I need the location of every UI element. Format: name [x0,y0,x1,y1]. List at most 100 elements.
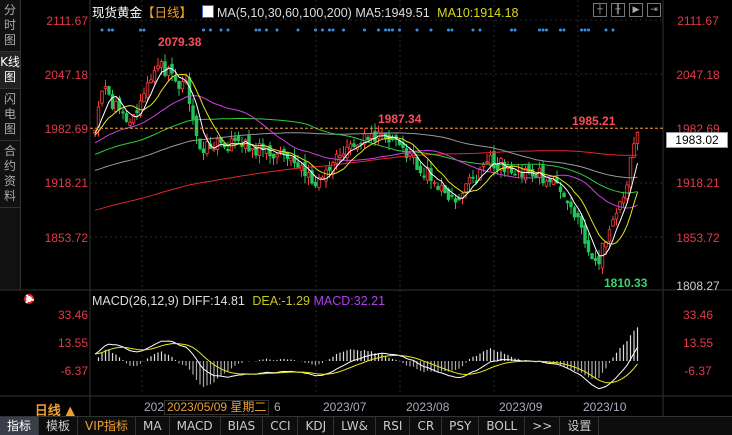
signal-dot [562,28,566,32]
candle-body [579,215,584,228]
candle-body [334,153,339,164]
candle-body [583,224,587,244]
signal-dot [583,28,587,32]
candle-body [572,207,577,218]
indicator-tab[interactable]: MACD [170,417,221,435]
crosshair-icon[interactable]: ┼ [593,3,607,17]
indicator-tab[interactable]: KDJ [298,417,335,435]
date-label: 2023/09 [499,400,543,414]
candle-body [100,90,104,104]
signal-dot [100,28,104,32]
candle-body [551,179,556,185]
indicator-tab[interactable]: 指标 [0,417,40,435]
candle-body [432,182,437,184]
candle-body [562,192,566,198]
candle-body [607,229,612,242]
candle-body [628,156,633,188]
macd-axis-label: 13.55 [682,336,714,350]
candle-body [107,86,111,95]
signal-dot [580,28,583,32]
indicator-tab[interactable]: MA [136,417,170,435]
candle-body [296,162,300,168]
signal-dot [587,28,590,32]
signal-dot [545,28,548,32]
signal-dot [391,28,394,32]
macd-header: MACD(26,12,9) DIFF:14.81 DEA:-1.29 MACD:… [92,294,385,308]
candle-body [348,143,353,150]
candle-body [481,164,486,167]
signal-dot [328,28,331,32]
candle-body [436,186,440,190]
ma5-value: MA5:1949.51 [355,6,430,20]
candle-body [369,133,374,139]
range-icon[interactable]: ╫ [611,3,625,17]
signal-dot [415,28,419,32]
candle-body [586,240,591,253]
candle-body [173,76,178,82]
indicator-tab[interactable]: LW& [334,417,376,435]
candle-body [453,198,458,203]
candle-body [121,111,125,114]
indicator-tab[interactable]: >> [525,417,561,435]
date-label: 2023/07 [323,400,367,414]
candle-body [212,148,216,151]
kline-chart[interactable] [0,0,732,416]
candle-body [492,150,496,169]
signal-dot [202,28,205,32]
candle-body [135,110,139,114]
signal-dot [429,28,433,32]
indicator-tab[interactable]: PSY [442,417,480,435]
price-label: 1982.69 [44,122,88,136]
signal-dot [447,28,450,32]
high-annotation: 1987.34 [378,112,422,126]
candle-body [324,169,328,182]
ma-chart-icon[interactable] [201,5,214,18]
price-label: 1808.27 [676,279,720,293]
candle-body [422,175,426,178]
indicator-tabs: 指标 模板 VIP指标 MA MACD BIAS CCI KDJ LW& RSI CR PSY BOLL… [0,416,732,435]
candle-body [464,183,468,193]
indicator-tab[interactable]: 设置 [560,417,600,435]
candle-body [264,146,269,154]
ma10-value: MA10:1914.18 [437,6,519,20]
candle-body [597,256,601,265]
candle-body [226,148,230,152]
signal-dot [226,28,230,32]
candle-body [306,172,311,178]
price-label: 2111.67 [677,14,719,28]
play-icon[interactable]: ▶ [629,3,643,17]
indicator-tab[interactable]: RSI [376,417,411,435]
signal-dot [265,28,268,32]
indicator-settings-icon[interactable] [24,294,34,304]
candle-body [236,136,241,142]
candle-body [275,153,279,158]
macd-dea: DEA:-1.29 [252,294,311,308]
indicator-tab[interactable]: CR [410,417,443,435]
candle-body [201,148,206,153]
next-icon[interactable]: ⇥ [647,3,661,17]
candle-body [180,80,185,90]
candle-body [635,131,640,144]
signal-dot [377,28,380,32]
signal-dot [107,28,111,32]
candle-body [390,138,395,141]
indicator-tab[interactable]: CCI [263,417,299,435]
macd-label: MACD(26,12,9) [92,294,179,308]
macd-axis-label: -6.37 [60,364,88,378]
signal-dot [398,28,401,32]
indicator-tab[interactable]: BOLL [479,417,526,435]
candle-body [229,138,234,152]
indicator-tab[interactable]: VIP指标 [78,417,137,435]
instrument-title: 现货黄金 [92,6,143,20]
signal-dot [321,28,324,32]
macd-axis-label: 13.55 [57,336,88,350]
indicator-tab[interactable]: BIAS [221,417,264,435]
signal-dot [513,28,517,32]
signal-dot [258,28,261,32]
candle-body [569,201,573,208]
candle-body [621,196,626,204]
ma30-line [94,95,638,209]
current-price-tag: 1983.02 [666,132,728,148]
candle-body [366,136,370,141]
indicator-tab[interactable]: 模板 [39,417,79,435]
